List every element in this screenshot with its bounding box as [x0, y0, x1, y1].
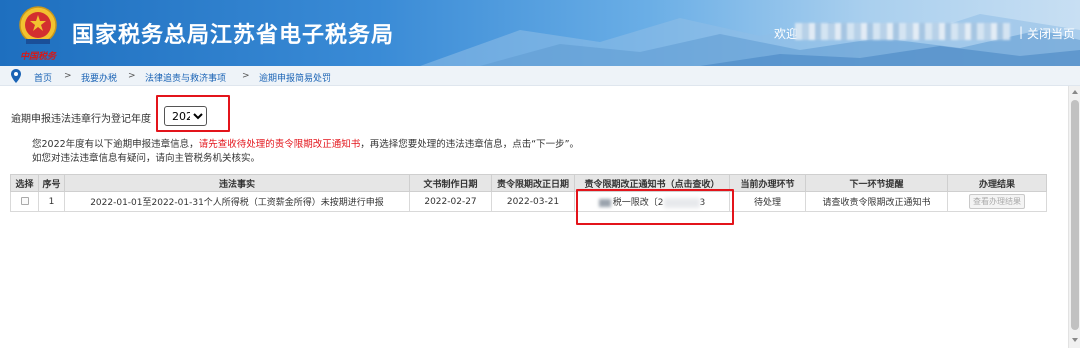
- site-title: 国家税务总局江苏省电子税务局: [72, 23, 395, 48]
- brand-logo-text: 中国税务: [20, 52, 57, 62]
- row-next-reminder: 请查收责令限期改正通知书: [805, 191, 948, 212]
- redacted-block: [663, 197, 700, 208]
- breadcrumb-separator: >: [64, 71, 72, 81]
- scroll-down-arrow-icon[interactable]: [1072, 338, 1078, 342]
- row-index: 1: [38, 191, 65, 212]
- row-checkbox[interactable]: [20, 197, 29, 205]
- notice-number-suffix: 3: [699, 198, 706, 208]
- row-fact: 2022-01-01至2022-01-31个人所得税（工资薪金所得）未按期进行申…: [64, 191, 410, 212]
- violations-table: 选择 序号 违法事实 文书制作日期 责令限期改正日期 责令限期改正通知书（点击查…: [10, 174, 1047, 212]
- notice-line-1: 您2022年度有以下逾期申报违章信息，请先查收待处理的责令限期改正通知书，再选择…: [32, 136, 579, 150]
- breadcrumb-legal-matters[interactable]: 法律追责与救济事项: [145, 71, 226, 84]
- breadcrumb: 首页 > 我要办税 > 法律追责与救济事项 > 逾期申报简易处罚: [0, 66, 1080, 86]
- notice-line-2: 如您对违法违章信息有疑问，请向主管税务机关核实。: [32, 153, 261, 164]
- year-select[interactable]: 2022: [164, 106, 207, 126]
- tax-emblem-icon: [19, 6, 57, 44]
- notice-text: 您2022年度有以下逾期申报违章信息，: [32, 139, 199, 150]
- location-pin-icon: [11, 69, 21, 83]
- close-page-link[interactable]: 关闭当页: [1027, 25, 1075, 42]
- notice-number-prefix: 税一限改〔2: [612, 198, 664, 208]
- vertical-scrollbar[interactable]: [1068, 86, 1080, 348]
- header-separator: |: [1019, 25, 1024, 39]
- view-result-button[interactable]: 查看办理结果: [969, 194, 1025, 209]
- row-deadline: 2022-03-21: [491, 191, 575, 212]
- column-header-deadline: 责令限期改正日期: [491, 174, 575, 192]
- column-header-notice: 责令限期改正通知书（点击查收）: [574, 174, 730, 192]
- redacted-block: [598, 198, 611, 207]
- column-header-next-reminder: 下一环节提醒: [805, 174, 948, 192]
- column-header-select: 选择: [10, 174, 39, 192]
- scroll-thumb[interactable]: [1071, 100, 1079, 330]
- notice-text: ，再选择您要处理的违法违章信息，点击“下一步”。: [360, 139, 580, 150]
- notice-red-text: 请先查收待处理的责令限期改正通知书: [198, 139, 361, 150]
- site-header: 中国税务 国家税务总局江苏省电子税务局 欢迎 | 关闭当页: [0, 0, 1080, 66]
- breadcrumb-home[interactable]: 首页: [34, 71, 52, 84]
- row-doc-date: 2022-02-27: [409, 191, 492, 212]
- breadcrumb-tax-services[interactable]: 我要办税: [81, 71, 117, 84]
- column-header-stage: 当前办理环节: [729, 174, 806, 192]
- table-header-row: 选择 序号 违法事实 文书制作日期 责令限期改正日期 责令限期改正通知书（点击查…: [10, 174, 1047, 192]
- row-result-cell: 查看办理结果: [947, 191, 1047, 212]
- table-row: 1 2022-01-01至2022-01-31个人所得税（工资薪金所得）未按期进…: [10, 191, 1047, 212]
- scroll-up-arrow-icon[interactable]: [1072, 90, 1078, 94]
- column-header-fact: 违法事实: [64, 174, 410, 192]
- row-checkbox-cell[interactable]: [10, 191, 39, 212]
- column-header-doc-date: 文书制作日期: [409, 174, 492, 192]
- breadcrumb-current: 逾期申报简易处罚: [259, 74, 332, 84]
- row-notice-link[interactable]: 税一限改〔2 3: [574, 191, 730, 212]
- row-stage: 待处理: [729, 191, 806, 212]
- column-header-index: 序号: [38, 174, 65, 192]
- breadcrumb-separator: >: [242, 71, 250, 81]
- year-label: 逾期申报违法违章行为登记年度: [11, 114, 151, 125]
- column-header-result: 办理结果: [947, 174, 1047, 192]
- user-name-redacted: [795, 23, 1010, 40]
- breadcrumb-separator: >: [128, 71, 136, 81]
